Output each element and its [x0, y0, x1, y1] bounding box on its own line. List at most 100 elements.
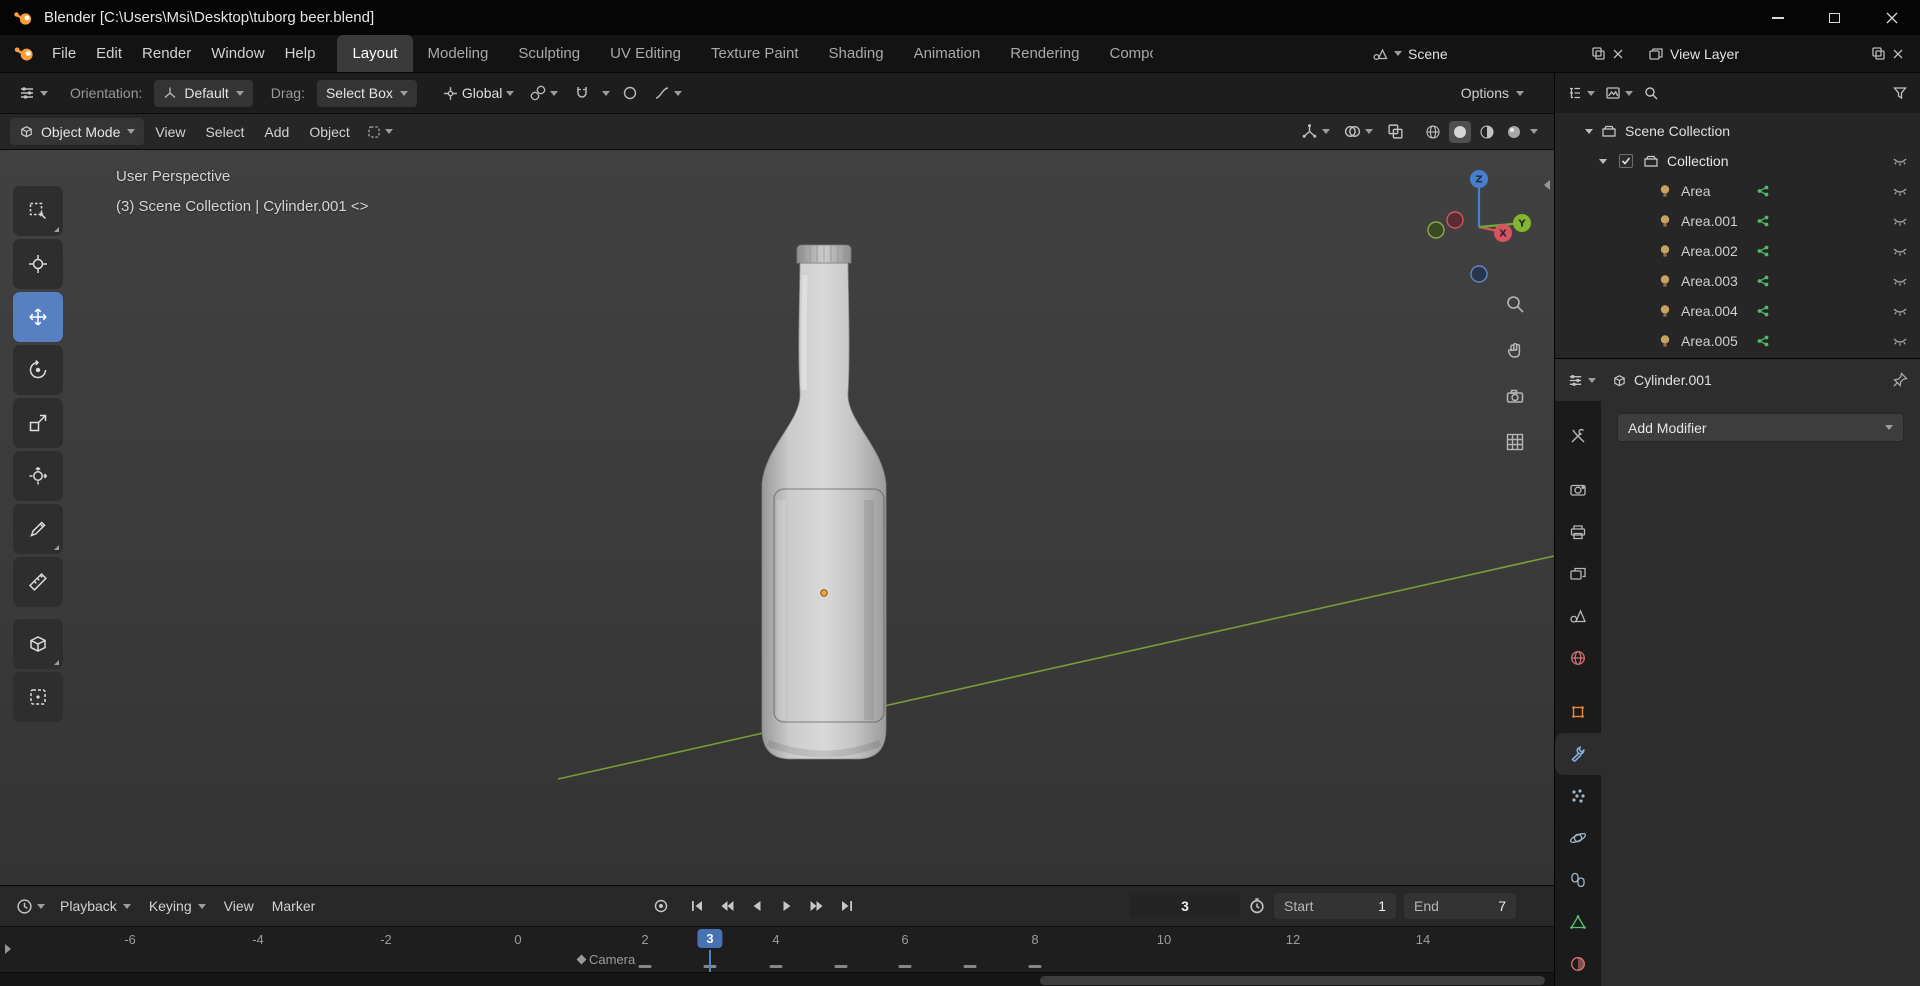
shading-material-button[interactable]	[1476, 121, 1498, 143]
navigation-gizmo[interactable]: Z X Y	[1424, 164, 1534, 284]
menu-playback[interactable]: Playback	[51, 898, 140, 914]
tab-animation[interactable]: Animation	[899, 35, 996, 72]
menu-select[interactable]: Select	[196, 124, 253, 140]
play-reverse-button[interactable]	[744, 893, 770, 919]
search-icon[interactable]	[1643, 85, 1659, 101]
current-frame-field[interactable]: 3	[1130, 893, 1240, 919]
tab-scene[interactable]	[1555, 595, 1601, 637]
view-layer-selector[interactable]: View Layer	[1640, 41, 1912, 66]
gizmo-neg-x-axis[interactable]	[1446, 211, 1464, 229]
hide-toggle[interactable]	[1892, 156, 1908, 167]
menu-window[interactable]: Window	[201, 35, 274, 72]
tab-object[interactable]	[1555, 691, 1601, 733]
current-frame-badge[interactable]: 3	[697, 929, 723, 948]
outliner-row-light[interactable]: Area.001	[1555, 206, 1920, 236]
measure-tool-button[interactable]	[13, 557, 63, 607]
outliner-row-light[interactable]: Area.002	[1555, 236, 1920, 266]
outliner-row-light[interactable]: Area.004	[1555, 296, 1920, 326]
shading-rendered-button[interactable]	[1503, 121, 1525, 143]
move-tool-button[interactable]	[13, 292, 63, 342]
properties-editor-type-dropdown[interactable]	[1567, 372, 1596, 389]
frame-end-field[interactable]: End 7	[1404, 893, 1516, 919]
tab-compositing[interactable]: Compositing	[1095, 35, 1153, 72]
shading-wireframe-button[interactable]	[1422, 121, 1444, 143]
minimize-button[interactable]	[1749, 0, 1806, 35]
outliner-display-mode-dropdown[interactable]	[1605, 85, 1633, 101]
menu-keying[interactable]: Keying	[140, 898, 215, 914]
auto-keying-button[interactable]	[648, 893, 674, 919]
tab-particles[interactable]	[1555, 775, 1601, 817]
snap-toggle-button[interactable]	[570, 80, 594, 107]
ortho-toggle-button[interactable]	[1503, 430, 1527, 454]
transform-tool-button[interactable]	[13, 451, 63, 501]
outliner-row-light[interactable]: Area.005	[1555, 326, 1920, 356]
jump-to-end-button[interactable]	[834, 893, 860, 919]
orientation-dropdown[interactable]: Default	[154, 79, 253, 107]
tab-physics[interactable]	[1555, 817, 1601, 859]
collection-checkbox[interactable]	[1619, 154, 1633, 168]
timeline-editor-type-dropdown[interactable]	[10, 898, 51, 915]
tool-options-dropdown[interactable]	[361, 125, 399, 139]
scene-selector[interactable]: Scene	[1364, 41, 1632, 66]
timeline-expand-icon[interactable]	[5, 944, 11, 954]
blender-menu-logo-icon[interactable]	[12, 45, 36, 62]
pan-button[interactable]	[1503, 338, 1527, 362]
snap-target-button[interactable]	[526, 80, 562, 107]
menu-file[interactable]: File	[42, 35, 86, 72]
show-gizmo-button[interactable]	[1295, 123, 1336, 140]
tab-modeling[interactable]: Modeling	[413, 35, 504, 72]
menu-marker[interactable]: Marker	[263, 898, 325, 914]
add-cube-tool-button[interactable]	[13, 619, 63, 669]
scale-tool-button[interactable]	[13, 398, 63, 448]
menu-edit[interactable]: Edit	[86, 35, 132, 72]
filter-icon[interactable]	[1892, 85, 1908, 101]
add-modifier-dropdown[interactable]: Add Modifier	[1617, 413, 1904, 442]
tab-shading[interactable]: Shading	[814, 35, 899, 72]
tab-view-layer[interactable]	[1555, 553, 1601, 595]
next-keyframe-button[interactable]	[804, 893, 830, 919]
prev-keyframe-button[interactable]	[714, 893, 740, 919]
outliner-row-scene-collection[interactable]: Scene Collection	[1555, 116, 1920, 146]
drag-dropdown[interactable]: Select Box	[316, 79, 417, 107]
cursor-tool-button[interactable]	[13, 239, 63, 289]
use-preview-range-icon[interactable]	[1248, 897, 1266, 915]
pin-icon[interactable]	[1892, 372, 1908, 388]
rotate-tool-button[interactable]	[13, 345, 63, 395]
frame-start-field[interactable]: Start 1	[1274, 893, 1396, 919]
beer-bottle-object[interactable]	[761, 244, 887, 760]
annotate-tool-button[interactable]	[13, 504, 63, 554]
jump-to-start-button[interactable]	[684, 893, 710, 919]
hide-toggle[interactable]	[1892, 336, 1908, 347]
maximize-button[interactable]	[1806, 0, 1863, 35]
hide-toggle[interactable]	[1892, 246, 1908, 257]
remove-view-layer-icon[interactable]	[1892, 48, 1904, 60]
close-button[interactable]	[1863, 0, 1920, 35]
expander-icon[interactable]	[1585, 128, 1593, 134]
select-box-tool-button[interactable]	[13, 186, 63, 236]
active-tool-dropdown[interactable]	[14, 80, 52, 107]
outliner-row-collection[interactable]: Collection	[1555, 146, 1920, 176]
proportional-editing-button[interactable]	[618, 80, 642, 107]
outliner-row-light[interactable]: Area	[1555, 176, 1920, 206]
tab-uv-editing[interactable]: UV Editing	[595, 35, 696, 72]
tab-tool[interactable]	[1555, 415, 1601, 457]
tab-modifiers[interactable]	[1555, 733, 1601, 775]
hide-toggle[interactable]	[1892, 276, 1908, 287]
transform-pivot-dropdown[interactable]: Global	[439, 80, 518, 107]
extra-tool-button[interactable]	[13, 672, 63, 722]
camera-view-button[interactable]	[1503, 384, 1527, 408]
tab-world[interactable]	[1555, 637, 1601, 679]
show-overlays-button[interactable]	[1338, 123, 1379, 140]
hide-toggle[interactable]	[1892, 216, 1908, 227]
hide-toggle[interactable]	[1892, 186, 1908, 197]
playhead-line[interactable]	[709, 950, 711, 972]
gizmo-neg-z-axis[interactable]	[1470, 265, 1488, 283]
expander-icon[interactable]	[1599, 158, 1607, 164]
tab-constraints[interactable]	[1555, 859, 1601, 901]
tab-object-data[interactable]	[1555, 901, 1601, 943]
play-button[interactable]	[774, 893, 800, 919]
menu-add[interactable]: Add	[255, 124, 298, 140]
shading-dropdown-caret-icon[interactable]	[1530, 129, 1538, 134]
timeline-scrollbar-handle[interactable]	[1040, 976, 1545, 985]
shading-solid-button[interactable]	[1449, 120, 1471, 143]
